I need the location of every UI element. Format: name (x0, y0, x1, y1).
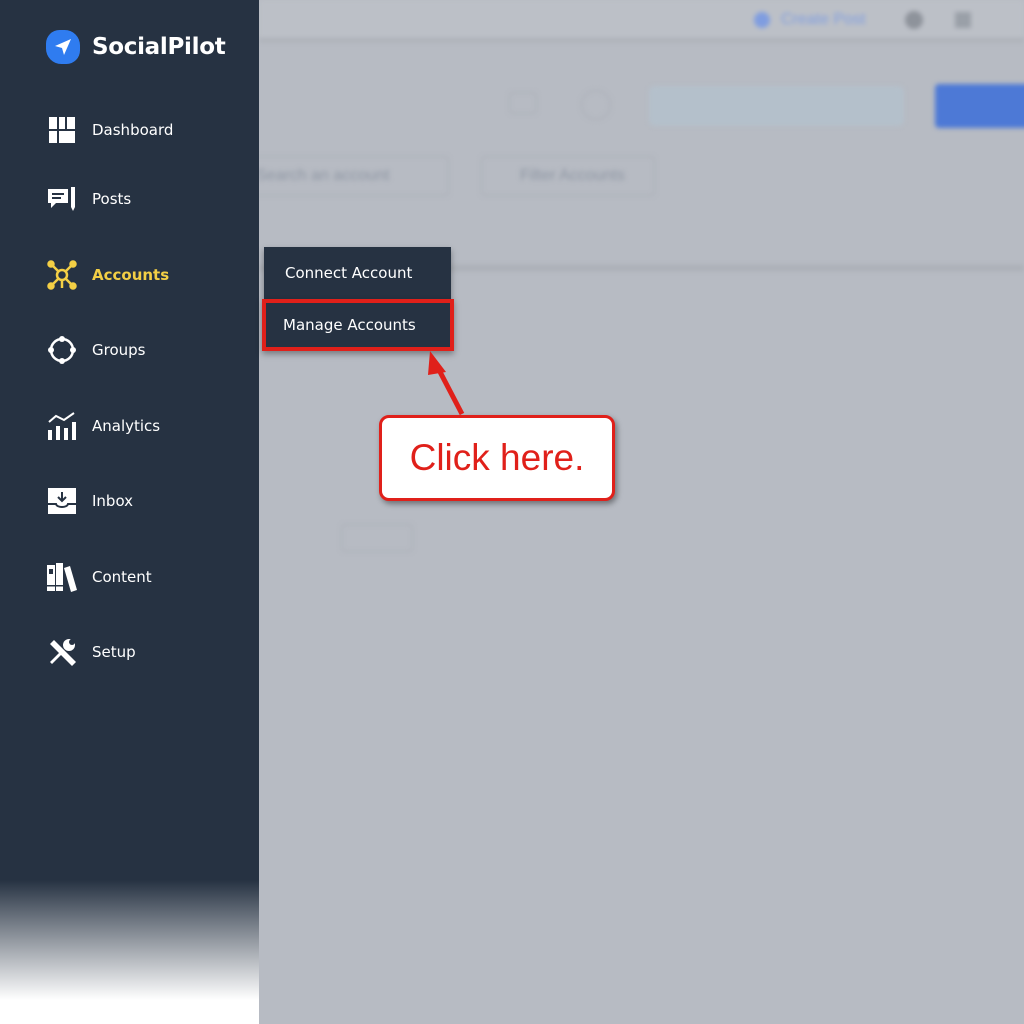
info-icon[interactable] (581, 90, 611, 120)
sidebar-item-label: Setup (92, 643, 136, 661)
accounts-icon (47, 260, 77, 290)
create-post-icon (754, 12, 770, 28)
sidebar-item-content[interactable]: Content (46, 560, 152, 594)
sidebar-item-setup[interactable]: Setup (46, 635, 136, 669)
sidebar-item-groups[interactable]: Groups (46, 333, 145, 367)
paper-plane-icon (46, 30, 80, 64)
inbox-icon (48, 488, 76, 514)
sidebar-item-label: Inbox (92, 492, 134, 510)
connect-button[interactable] (935, 84, 1024, 128)
groups-icon (48, 336, 76, 364)
blurred-main-content: Create Post Search an account Filter Acc… (249, 0, 1024, 1024)
help-icon[interactable] (905, 11, 923, 29)
dashboard-icon (49, 117, 75, 143)
sidebar-item-dashboard[interactable]: Dashboard (46, 113, 173, 147)
sidebar-item-posts[interactable]: Posts (46, 182, 131, 216)
accounts-connected-badge (649, 86, 904, 126)
sidebar-item-label: Dashboard (92, 121, 174, 139)
create-post-link[interactable]: Create Post (781, 11, 865, 29)
search-input[interactable]: Search an account (249, 156, 449, 196)
sidebar-item-label: Groups (92, 341, 146, 359)
pagination[interactable] (341, 524, 413, 552)
filter-accounts-button[interactable]: Filter Accounts (481, 156, 655, 196)
sidebar-item-inbox[interactable]: Inbox (46, 484, 133, 518)
sidebar-item-label: Content (92, 568, 152, 586)
app-name: SocialPilot (92, 34, 226, 60)
connect-account-menu-item[interactable]: Connect Account (264, 247, 451, 299)
logo[interactable]: SocialPilot (46, 30, 226, 64)
sidebar-item-analytics[interactable]: Analytics (46, 409, 160, 443)
sidebar-item-label: Accounts (92, 266, 170, 284)
annotation-callout: Click here. (379, 415, 615, 501)
sidebar-item-label: Analytics (92, 417, 161, 435)
manage-accounts-menu-item[interactable]: Manage Accounts (262, 299, 454, 351)
setup-icon (50, 639, 76, 666)
grid-icon[interactable] (955, 12, 971, 28)
content-icon (47, 563, 77, 592)
toggle-icon[interactable] (509, 92, 537, 114)
sidebar-item-accounts[interactable]: Accounts (46, 258, 169, 292)
posts-icon (48, 187, 75, 211)
sidebar: SocialPilot Dashboard Posts Accounts Gro… (0, 0, 259, 1024)
analytics-icon (48, 412, 76, 440)
sidebar-item-label: Posts (92, 190, 132, 208)
